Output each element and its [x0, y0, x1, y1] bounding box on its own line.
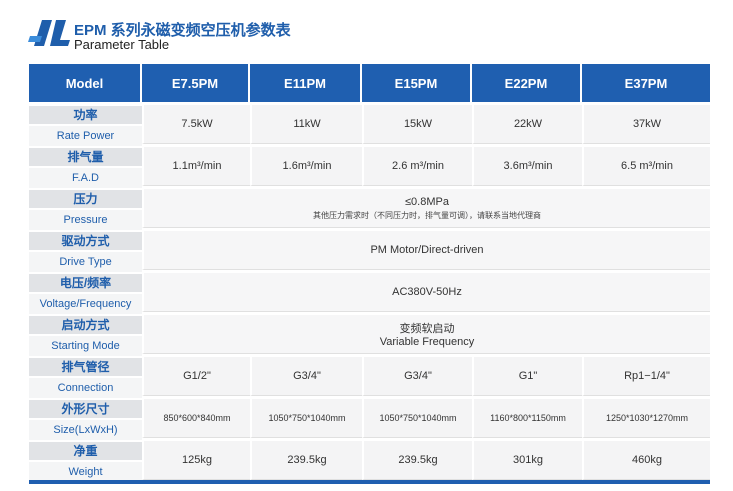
row-label: 启动方式 Starting Mode [29, 315, 142, 356]
table-row-weight: 净重 Weight 125kg 239.5kg 239.5kg 301kg 46… [29, 441, 710, 482]
table-row-power: 功率 Rate Power 7.5kW 11kW 15kW 22kW 37kW [29, 105, 710, 146]
header-model-2: E11PM [250, 64, 362, 102]
row-label: 压力 Pressure [29, 189, 142, 230]
pressure-value: ≤0.8MPa [405, 195, 449, 208]
table-cell-merged: PM Motor/Direct-driven [142, 231, 710, 270]
bottom-divider [29, 480, 710, 484]
row-label-en: Connection [29, 377, 142, 398]
row-label-cn: 外形尺寸 [29, 399, 142, 418]
header-model-5: E37PM [582, 64, 710, 102]
table-cell-merged: 变频软启动 Variable Frequency [142, 315, 710, 354]
table-row-starting: 启动方式 Starting Mode 变频软启动 Variable Freque… [29, 315, 710, 356]
row-label: 排气管径 Connection [29, 357, 142, 398]
table-header-row: Model E7.5PM E11PM E15PM E22PM E37PM [29, 64, 710, 102]
table-cell: 1050*750*1040mm [362, 399, 472, 438]
brand-logo-icon [28, 20, 70, 46]
row-label-en: Drive Type [29, 251, 142, 272]
table-cell: 37kW [582, 105, 710, 144]
table-row-voltage: 电压/频率 Voltage/Frequency AC380V-50Hz [29, 273, 710, 314]
table-cell: 1250*1030*1270mm [582, 399, 710, 438]
row-label: 排气量 F.A.D [29, 147, 142, 188]
table-cell: 301kg [472, 441, 582, 480]
row-label-cn: 压力 [29, 189, 142, 208]
page-title-en: Parameter Table [74, 37, 170, 52]
table-cell: 11kW [250, 105, 362, 144]
row-label-cn: 功率 [29, 105, 142, 124]
row-label: 电压/频率 Voltage/Frequency [29, 273, 142, 314]
table-cell: 239.5kg [250, 441, 362, 480]
table-cell: G1/2" [142, 357, 250, 396]
table-row-connection: 排气管径 Connection G1/2" G3/4" G3/4" G1" Rp… [29, 357, 710, 398]
row-label-en: Voltage/Frequency [29, 293, 142, 314]
row-label-cn: 排气量 [29, 147, 142, 166]
table-cell: 1.1m³/min [142, 147, 250, 186]
page-header: EPM 系列永磁变频空压机参数表 Parameter Table [28, 14, 428, 54]
table-cell: G3/4" [362, 357, 472, 396]
header-model: Model [29, 64, 142, 102]
table-cell: Rp1−1/4" [582, 357, 710, 396]
row-label-cn: 驱动方式 [29, 231, 142, 250]
row-label-en: Rate Power [29, 125, 142, 146]
table-cell: 15kW [362, 105, 472, 144]
row-label-en: Weight [29, 461, 142, 482]
table-cell: 7.5kW [142, 105, 250, 144]
row-label-en: Starting Mode [29, 335, 142, 356]
row-label-cn: 净重 [29, 441, 142, 460]
table-row-size: 外形尺寸 Size(LxWxH) 850*600*840mm 1050*750*… [29, 399, 710, 440]
table-cell-merged: AC380V-50Hz [142, 273, 710, 312]
table-row-pressure: 压力 Pressure ≤0.8MPa 其他压力需求时（不同压力时，排气量可调）… [29, 189, 710, 230]
row-label: 驱动方式 Drive Type [29, 231, 142, 272]
table-row-drive: 驱动方式 Drive Type PM Motor/Direct-driven [29, 231, 710, 272]
row-label-en: Size(LxWxH) [29, 419, 142, 440]
row-label-cn: 排气管径 [29, 357, 142, 376]
table-cell: 1.6m³/min [250, 147, 362, 186]
starting-value-cn: 变频软启动 [399, 323, 455, 335]
table-cell: G1" [472, 357, 582, 396]
row-label: 净重 Weight [29, 441, 142, 482]
table-cell: 125kg [142, 441, 250, 480]
table-cell: 460kg [582, 441, 710, 480]
row-label-cn: 电压/频率 [29, 273, 142, 292]
row-label-en: Pressure [29, 209, 142, 230]
table-cell: 2.6 m³/min [362, 147, 472, 186]
header-model-3: E15PM [362, 64, 472, 102]
table-cell: 850*600*840mm [142, 399, 250, 438]
header-model-1: E7.5PM [142, 64, 250, 102]
table-cell: 3.6m³/min [472, 147, 582, 186]
table-cell: G3/4" [250, 357, 362, 396]
parameter-table: Model E7.5PM E11PM E15PM E22PM E37PM 功率 … [29, 64, 710, 482]
header-model-4: E22PM [472, 64, 582, 102]
table-cell: 22kW [472, 105, 582, 144]
pressure-note: 其他压力需求时（不同压力时，排气量可调），请联系当地代理商 [313, 210, 541, 220]
starting-value-en: Variable Frequency [379, 336, 475, 348]
table-cell: 1160*800*1150mm [472, 399, 582, 438]
table-row-fad: 排气量 F.A.D 1.1m³/min 1.6m³/min 2.6 m³/min… [29, 147, 710, 188]
table-cell: 1050*750*1040mm [250, 399, 362, 438]
row-label-cn: 启动方式 [29, 315, 142, 334]
table-cell-merged: ≤0.8MPa 其他压力需求时（不同压力时，排气量可调），请联系当地代理商 [142, 189, 710, 228]
table-cell: 6.5 m³/min [582, 147, 710, 186]
row-label: 外形尺寸 Size(LxWxH) [29, 399, 142, 440]
row-label-en: F.A.D [29, 167, 142, 188]
table-cell: 239.5kg [362, 441, 472, 480]
row-label: 功率 Rate Power [29, 105, 142, 146]
